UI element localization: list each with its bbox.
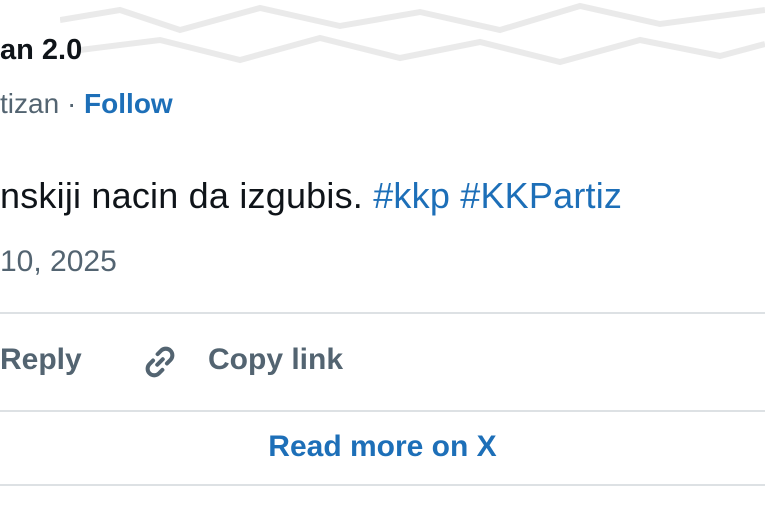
copy-link-button[interactable]: Copy link (208, 343, 343, 377)
reply-button[interactable]: Reply (0, 343, 82, 377)
author-display-name[interactable]: an 2.0 (0, 34, 82, 67)
read-more-on-x-button[interactable]: Read more on X (0, 430, 765, 464)
meta-separator: · (66, 88, 77, 119)
divider (0, 410, 765, 412)
tweet-text: nskiji nacin da izgubis. #kkp #KKPartiz (0, 175, 622, 217)
tweet-date[interactable]: 10, 2025 (0, 245, 117, 279)
author-meta-row: tizan · Follow (0, 88, 173, 120)
tweet-text-body: nskiji nacin da izgubis. (0, 175, 363, 216)
link-icon[interactable] (138, 340, 182, 384)
hashtag-link[interactable]: #KKPartiz (460, 175, 622, 216)
embedded-tweet-card: an 2.0 tizan · Follow nskiji nacin da iz… (0, 0, 765, 510)
hashtag-link[interactable]: #kkp (373, 175, 450, 216)
author-handle[interactable]: tizan (0, 88, 59, 119)
divider (0, 484, 765, 486)
follow-link[interactable]: Follow (84, 88, 173, 119)
background-watermark (60, 2, 765, 66)
divider (0, 312, 765, 314)
